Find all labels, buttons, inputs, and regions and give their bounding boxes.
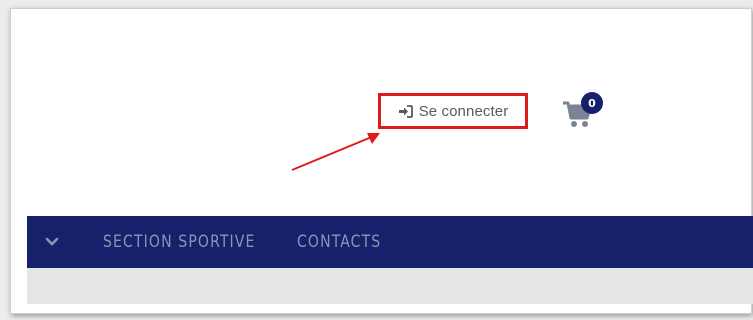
cart-count-badge: 0 (581, 92, 603, 114)
main-navbar: SECTION SPORTIVE CONTACTS (27, 216, 753, 268)
annotation-arrow-icon (291, 133, 380, 171)
sub-navbar (27, 268, 753, 304)
sign-in-icon (398, 104, 413, 118)
nav-item-section-sportive[interactable]: SECTION SPORTIVE (103, 232, 256, 252)
login-label: Se connecter (418, 102, 509, 120)
nav-toggle-button[interactable] (27, 216, 77, 268)
login-link[interactable]: Se connecter (378, 93, 528, 129)
cart-button[interactable]: 0 (562, 92, 603, 134)
chevron-down-icon (45, 237, 59, 246)
nav-item-contacts[interactable]: CONTACTS (297, 232, 381, 252)
